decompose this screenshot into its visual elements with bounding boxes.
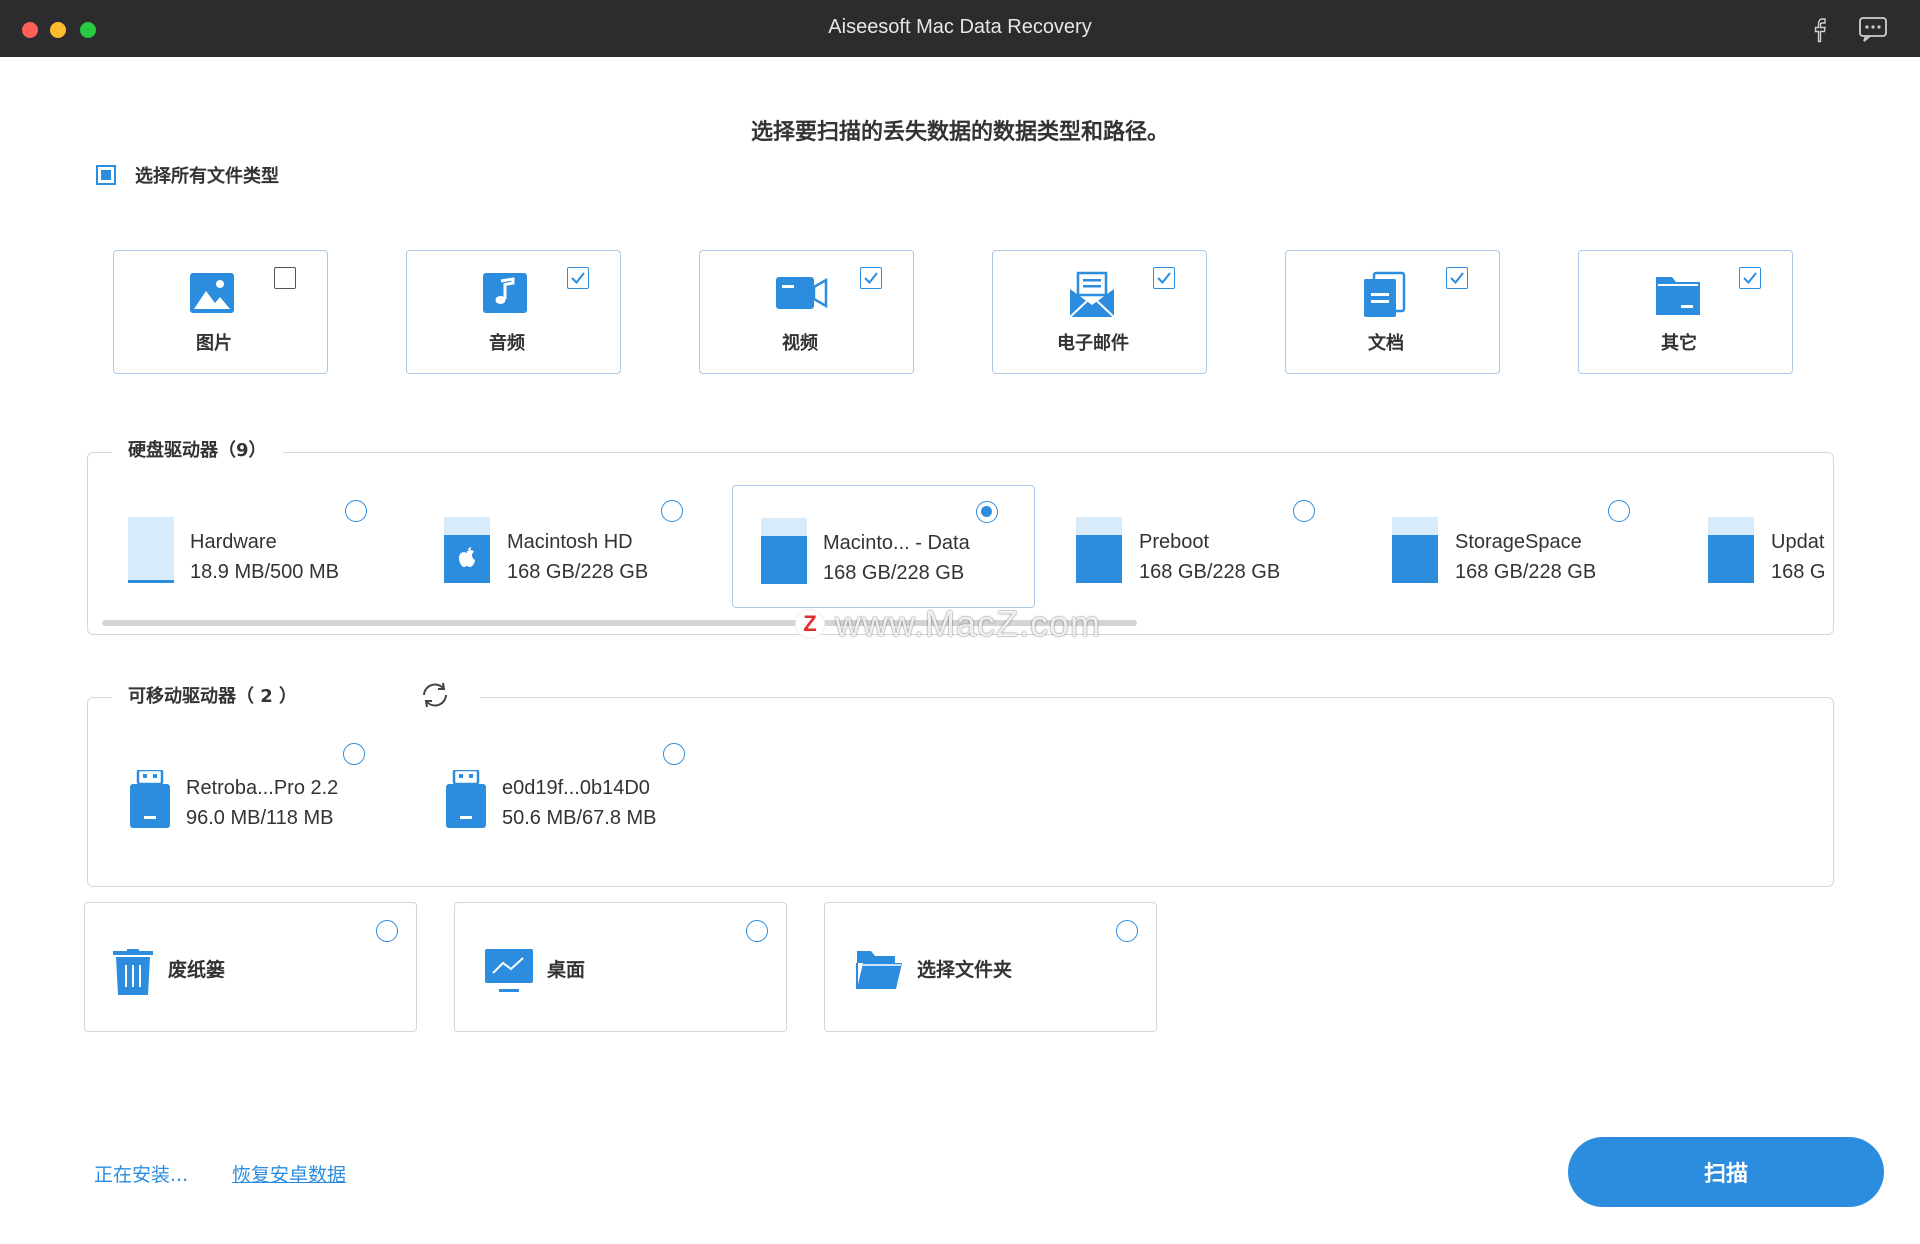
drive-item-hardware[interactable]: Hardware 18.9 MB/500 MB xyxy=(128,485,428,595)
video-icon xyxy=(774,271,828,315)
email-icon xyxy=(1067,271,1115,318)
drive-radio-storagespace[interactable] xyxy=(1608,500,1630,522)
file-type-checkbox-documents[interactable] xyxy=(1446,267,1468,289)
drive-size: 18.9 MB/500 MB xyxy=(190,561,339,583)
select-all-file-types[interactable]: 选择所有文件类型 xyxy=(96,162,279,188)
file-type-label: 其它 xyxy=(1661,333,1697,354)
title-bar: Aiseesoft Mac Data Recovery xyxy=(0,0,1920,57)
drive-name: Preboot xyxy=(1139,531,1210,553)
page-title: 选择要扫描的丢失数据的数据类型和路径。 xyxy=(750,120,1169,145)
drive-name: Updat xyxy=(1771,531,1825,553)
location-label: 选择文件夹 xyxy=(917,959,1013,981)
window-title: Aiseesoft Mac Data Recovery xyxy=(828,16,1092,38)
drive-radio-macintosh-hd[interactable] xyxy=(661,500,683,522)
file-type-label: 电子邮件 xyxy=(1057,333,1129,354)
feedback-chat-icon[interactable] xyxy=(1858,14,1888,44)
file-type-card-email[interactable]: 电子邮件 xyxy=(992,250,1207,374)
drive-icon xyxy=(1708,517,1754,587)
file-type-label: 图片 xyxy=(196,333,232,354)
select-all-checkbox[interactable] xyxy=(96,165,116,185)
file-type-checkbox-email[interactable] xyxy=(1153,267,1175,289)
drive-name: e0d19f...0b14D0 xyxy=(502,777,650,799)
hard-drives-title: 硬盘驱动器（9） xyxy=(112,436,283,462)
removable-item-e0d19f[interactable]: e0d19f...0b14D0 50.6 MB/67.8 MB xyxy=(446,728,746,838)
drive-size: 168 G xyxy=(1771,561,1826,583)
drive-icon xyxy=(761,518,807,588)
drive-radio-hardware[interactable] xyxy=(345,500,367,522)
removable-radio-retroba[interactable] xyxy=(343,743,365,765)
drive-name: Macinto... - Data xyxy=(823,532,970,554)
refresh-icon[interactable] xyxy=(418,680,452,710)
drive-icon xyxy=(1392,517,1438,587)
apple-drive-icon xyxy=(444,517,490,587)
drive-radio-preboot[interactable] xyxy=(1293,500,1315,522)
drive-item-preboot[interactable]: Preboot 168 GB/228 GB xyxy=(1076,485,1376,595)
music-icon xyxy=(481,271,529,315)
select-all-label: 选择所有文件类型 xyxy=(135,166,279,187)
file-type-card-documents[interactable]: 文档 xyxy=(1285,250,1500,374)
file-type-label: 文档 xyxy=(1368,333,1404,354)
desktop-icon xyxy=(485,949,533,997)
drive-size: 168 GB/228 GB xyxy=(823,562,965,584)
document-icon xyxy=(1360,271,1408,317)
location-card-trash[interactable]: 废纸篓 xyxy=(84,902,417,1032)
removable-radio-e0d19f[interactable] xyxy=(663,743,685,765)
image-icon xyxy=(188,271,236,315)
drive-icon xyxy=(1076,517,1122,587)
file-type-label: 音频 xyxy=(489,333,525,354)
facebook-icon[interactable] xyxy=(1805,14,1835,44)
drive-size: 168 GB/228 GB xyxy=(1139,561,1281,583)
watermark-text: www.MacZ.com xyxy=(835,603,1102,644)
file-type-checkbox-video[interactable] xyxy=(860,267,882,289)
file-type-card-video[interactable]: 视频 xyxy=(699,250,914,374)
drive-size: 168 GB/228 GB xyxy=(507,561,649,583)
drive-radio-macintosh-data[interactable] xyxy=(976,501,998,523)
drive-item-update[interactable]: Updat 168 G xyxy=(1708,485,1828,595)
drive-name: Retroba...Pro 2.2 xyxy=(186,777,339,799)
watermark: Z www.MacZ.com xyxy=(795,603,1102,644)
file-type-checkbox-others[interactable] xyxy=(1739,267,1761,289)
location-card-desktop[interactable]: 桌面 xyxy=(454,902,787,1032)
watermark-logo: Z xyxy=(795,609,825,639)
file-type-card-others[interactable]: 其它 xyxy=(1578,250,1793,374)
installing-status-link[interactable]: 正在安装... xyxy=(94,1160,188,1187)
folder-icon xyxy=(1653,271,1701,315)
usb-drive-icon xyxy=(130,768,170,832)
drive-item-macintosh-hd[interactable]: Macintosh HD 168 GB/228 GB xyxy=(444,485,744,595)
location-radio-trash[interactable] xyxy=(376,920,398,942)
location-label: 桌面 xyxy=(547,959,586,981)
drive-item-macintosh-data[interactable]: Macinto... - Data 168 GB/228 GB xyxy=(732,485,1035,608)
file-type-checkbox-audio[interactable] xyxy=(567,267,589,289)
drive-size: 168 GB/228 GB xyxy=(1455,561,1597,583)
removable-drives-title: 可移动驱动器（ 2 ） xyxy=(128,686,298,707)
recover-android-data-link[interactable]: 恢复安卓数据 xyxy=(232,1160,346,1187)
drive-name: Macintosh HD xyxy=(507,531,633,553)
drive-icon xyxy=(128,517,174,587)
open-folder-icon xyxy=(855,947,903,995)
drive-name: StorageSpace xyxy=(1455,531,1582,553)
trash-icon xyxy=(113,949,153,999)
usb-drive-icon xyxy=(446,768,486,832)
location-radio-select-folder[interactable] xyxy=(1116,920,1138,942)
file-type-checkbox-images[interactable] xyxy=(274,267,296,289)
file-type-card-audio[interactable]: 音频 xyxy=(406,250,621,374)
location-label: 废纸篓 xyxy=(168,959,226,981)
file-type-card-images[interactable]: 图片 xyxy=(113,250,328,374)
drive-size: 50.6 MB/67.8 MB xyxy=(502,807,657,829)
drive-item-storagespace[interactable]: StorageSpace 168 GB/228 GB xyxy=(1392,485,1692,595)
location-radio-desktop[interactable] xyxy=(746,920,768,942)
drive-name: Hardware xyxy=(190,531,277,553)
file-type-label: 视频 xyxy=(782,333,818,354)
drive-size: 96.0 MB/118 MB xyxy=(186,807,334,829)
location-card-select-folder[interactable]: 选择文件夹 xyxy=(824,902,1157,1032)
scan-button[interactable]: 扫描 xyxy=(1568,1137,1884,1207)
removable-item-retroba[interactable]: Retroba...Pro 2.2 96.0 MB/118 MB xyxy=(130,728,430,838)
